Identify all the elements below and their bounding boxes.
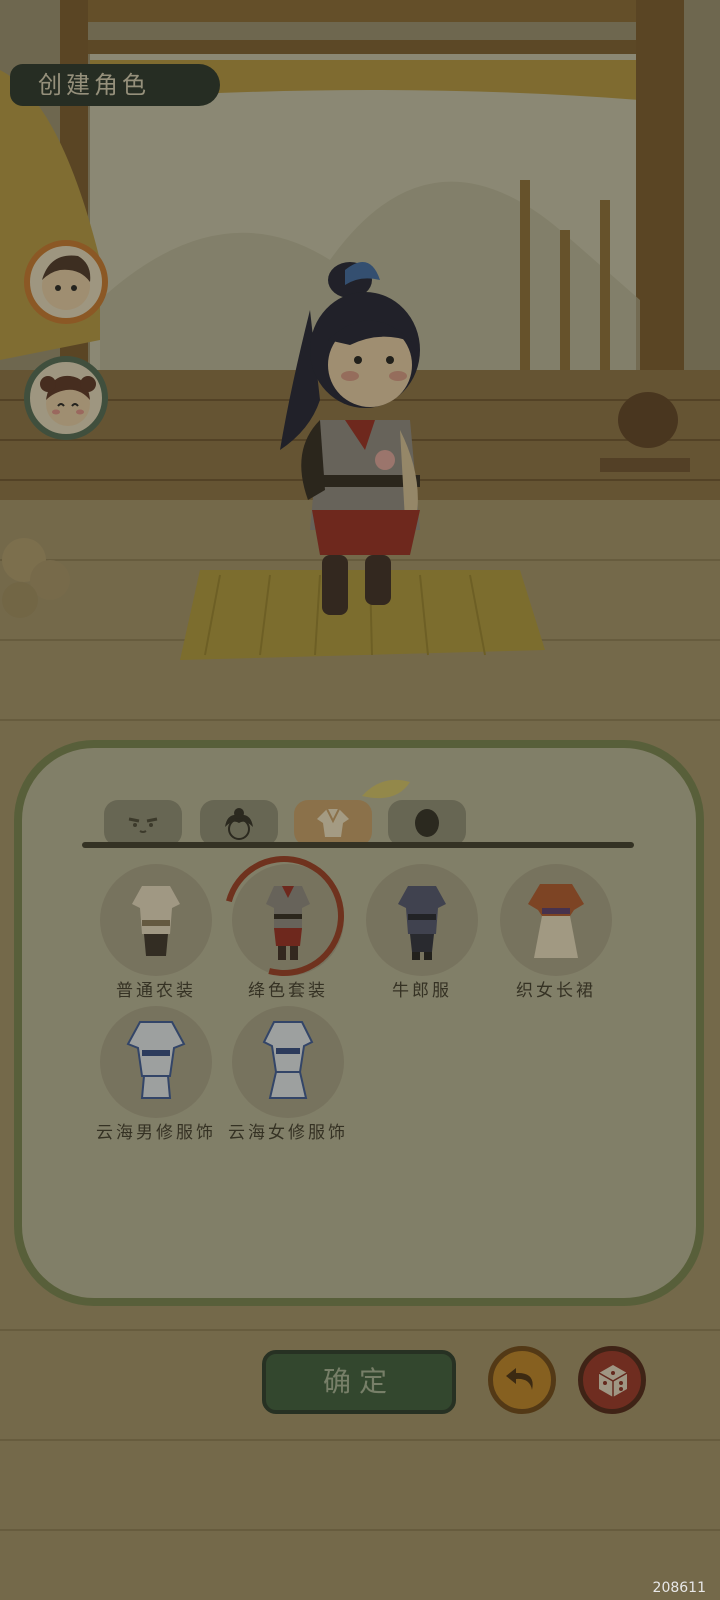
outfit-name: 云海男修服饰 bbox=[96, 1123, 216, 1143]
randomize-button[interactable] bbox=[578, 1346, 646, 1414]
undo-icon bbox=[506, 1368, 533, 1390]
clothing-icon bbox=[317, 808, 349, 837]
confirm-button[interactable]: 确定 bbox=[262, 1350, 456, 1414]
outfit-item[interactable]: 普通农装 bbox=[86, 864, 226, 1001]
dice-icon bbox=[598, 1365, 628, 1397]
outfit-thumbnail bbox=[366, 864, 478, 976]
female-portrait-icon bbox=[40, 375, 96, 426]
outfit-thumbnail bbox=[500, 864, 612, 976]
farmer-outfit-icon bbox=[132, 886, 180, 956]
outfit-item[interactable]: 云海女修服饰 bbox=[218, 1006, 358, 1143]
outfit-thumbnail bbox=[232, 1006, 344, 1118]
tab-skin-color[interactable] bbox=[388, 800, 466, 846]
tab-divider bbox=[82, 842, 634, 848]
page-title: 创建角色 bbox=[10, 64, 220, 106]
build-id: 208611 bbox=[652, 1580, 706, 1596]
outfit-item[interactable]: 云海男修服饰 bbox=[86, 1006, 226, 1143]
outfit-thumbnail bbox=[100, 864, 212, 976]
outfit-name: 云海女修服饰 bbox=[228, 1123, 348, 1143]
outfit-name: 绛色套装 bbox=[248, 981, 328, 1001]
male-avatar-button[interactable] bbox=[24, 240, 108, 324]
skin-color-icon bbox=[415, 809, 439, 837]
cloudsea-male-robe-icon bbox=[126, 1021, 186, 1099]
outfit-name: 普通农装 bbox=[116, 981, 196, 1001]
outfit-thumbnail bbox=[202, 834, 366, 998]
male-portrait-icon bbox=[42, 255, 91, 310]
outfit-name: 织女长裙 bbox=[516, 981, 596, 1001]
outfit-item[interactable]: 织女长裙 bbox=[486, 864, 626, 1001]
tab-face[interactable] bbox=[104, 800, 182, 846]
outfit-item[interactable]: 牛郎服 bbox=[352, 864, 492, 1001]
undo-button[interactable] bbox=[488, 1346, 556, 1414]
outfit-item-selected[interactable]: 绛色套装 bbox=[202, 834, 366, 1001]
outfit-thumbnail bbox=[100, 1006, 212, 1118]
cowherd-outfit-icon bbox=[398, 886, 446, 960]
cloudsea-female-robe-icon bbox=[262, 1021, 314, 1099]
hairstyle-icon bbox=[225, 808, 253, 840]
character-preview bbox=[280, 262, 420, 615]
weaver-dress-icon bbox=[528, 884, 584, 958]
outfit-name: 牛郎服 bbox=[392, 981, 452, 1001]
tab-clothing[interactable] bbox=[294, 800, 372, 846]
face-icon bbox=[128, 817, 158, 833]
tab-hairstyle[interactable] bbox=[200, 800, 278, 846]
female-avatar-button[interactable] bbox=[24, 356, 108, 440]
